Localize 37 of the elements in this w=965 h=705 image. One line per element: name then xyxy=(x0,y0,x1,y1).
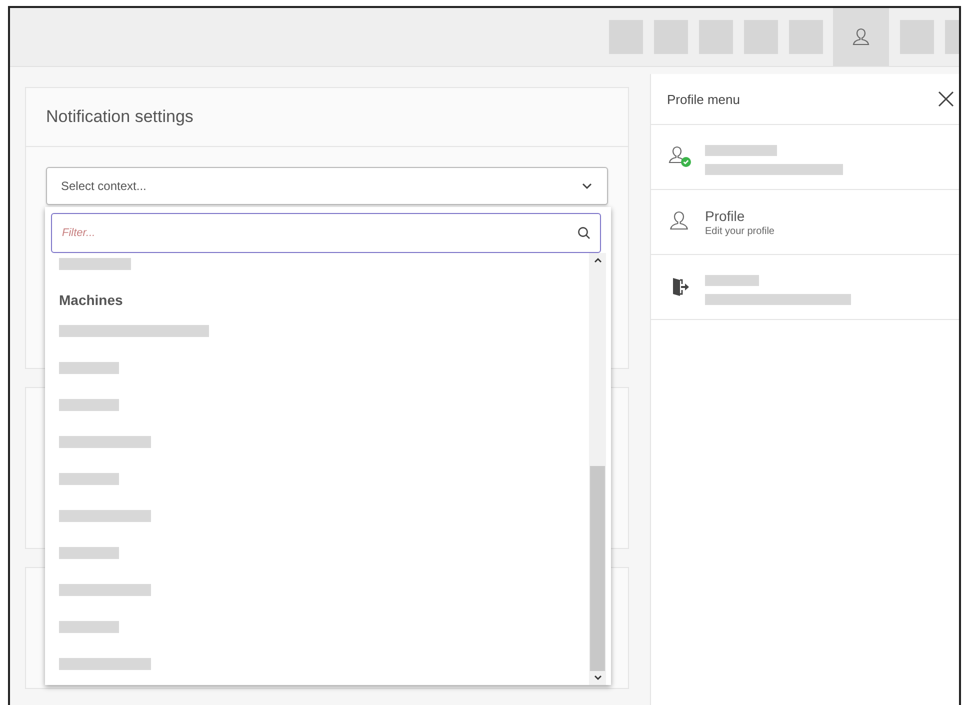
redacted-icon xyxy=(744,20,778,54)
scroll-up-icon[interactable] xyxy=(594,257,602,263)
redacted-option[interactable] xyxy=(59,258,131,270)
redacted-option[interactable] xyxy=(59,658,151,670)
redacted-icon xyxy=(608,20,642,54)
filter-field[interactable]: Filter... xyxy=(51,213,601,253)
user-icon xyxy=(851,27,871,47)
redacted-icon xyxy=(788,20,822,54)
group-heading: Machines xyxy=(59,292,123,308)
redacted-icon xyxy=(900,20,934,54)
user-online-icon xyxy=(667,145,693,169)
redacted-option[interactable] xyxy=(59,436,151,448)
redacted-option[interactable] xyxy=(59,473,119,485)
redacted-option[interactable] xyxy=(59,362,119,374)
panel-title: Profile menu xyxy=(667,92,740,106)
redacted-text xyxy=(705,275,759,286)
redacted-option[interactable] xyxy=(59,584,151,596)
scroll-down-icon[interactable] xyxy=(594,675,602,681)
redacted-text xyxy=(705,145,777,156)
redacted-option[interactable] xyxy=(59,510,151,522)
close-icon[interactable] xyxy=(937,90,955,108)
scrollbar[interactable] xyxy=(589,253,606,685)
redacted-option[interactable] xyxy=(59,621,119,633)
chevron-down-icon xyxy=(581,182,593,190)
redacted-icon xyxy=(698,20,732,54)
user-button[interactable] xyxy=(833,8,889,66)
redacted-icon xyxy=(654,20,688,54)
item-subtitle: Edit your profile xyxy=(705,226,774,236)
profile-item[interactable]: Profile Edit your profile xyxy=(651,190,959,255)
redacted-option[interactable] xyxy=(59,547,119,559)
scrollbar-thumb[interactable] xyxy=(590,466,605,671)
context-select[interactable]: Select context... xyxy=(46,167,608,205)
search-icon xyxy=(577,226,591,240)
item-title: Profile xyxy=(705,208,746,224)
card-title: Notification settings xyxy=(46,107,194,127)
redacted-option[interactable] xyxy=(59,399,119,411)
redacted-option[interactable] xyxy=(59,325,209,337)
